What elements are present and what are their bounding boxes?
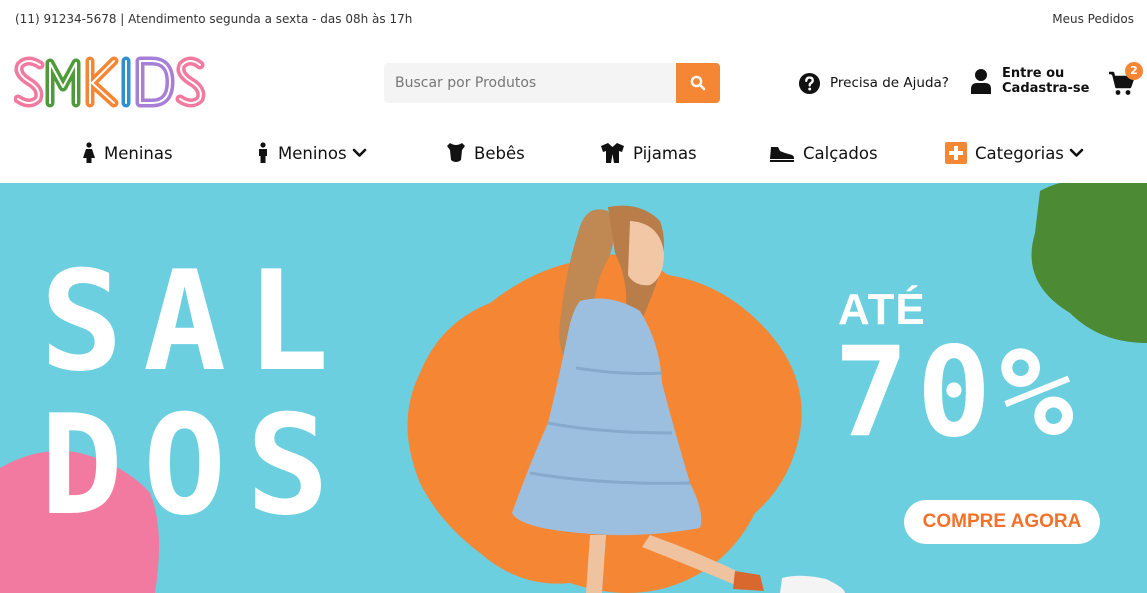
account-line1: Entre ou: [1002, 66, 1065, 81]
contact-info: (11) 91234-5678 | Atendimento segunda a …: [15, 12, 413, 26]
green-blob: [1031, 183, 1147, 343]
search-bar: [384, 63, 720, 103]
headline-line1: SAL: [40, 241, 350, 402]
search-icon: [690, 75, 706, 91]
hero-banner[interactable]: SAL DOS ATÉ 70% COMPRE AGORA: [0, 183, 1147, 593]
account-link[interactable]: Entre ou Cadastra-se: [970, 66, 1089, 96]
logo[interactable]: [13, 55, 206, 110]
category-nav: Meninas Meninos Bebês Pijamas Calçados C…: [0, 130, 1147, 176]
nav-label: Pijamas: [633, 143, 697, 163]
boy-icon: [259, 142, 267, 163]
cart-count-badge: 2: [1125, 62, 1143, 80]
plus-square-icon: [945, 142, 967, 164]
discount-value: 70%: [834, 321, 1082, 465]
nav-item-calcados[interactable]: Calçados: [769, 140, 878, 166]
account-label: Entre ou Cadastra-se: [1002, 66, 1089, 96]
nav-label: Categorias: [975, 143, 1064, 163]
question-icon: [798, 72, 821, 94]
nav-item-categorias[interactable]: Categorias: [945, 140, 1084, 166]
my-orders-link[interactable]: Meus Pedidos: [1052, 12, 1134, 26]
search-button[interactable]: [676, 63, 720, 103]
help-label: Precisa de Ajuda?: [830, 75, 949, 91]
shop-now-button[interactable]: COMPRE AGORA: [904, 500, 1100, 544]
nav-item-pijamas[interactable]: Pijamas: [600, 140, 697, 166]
girl-icon: [83, 142, 95, 163]
nav-item-meninas[interactable]: Meninas: [82, 140, 173, 166]
nav-label: Calçados: [803, 143, 878, 163]
pajamas-icon: [601, 143, 624, 163]
help-link[interactable]: Precisa de Ajuda?: [798, 71, 949, 95]
smkids-logo: [13, 56, 206, 108]
baby-bodysuit-icon: [447, 143, 465, 162]
nav-label: Meninas: [104, 143, 173, 163]
user-icon: [971, 69, 991, 94]
headline-line2: DOS: [40, 385, 350, 546]
nav-label: Bebês: [474, 143, 525, 163]
nav-label: Meninos: [278, 143, 347, 163]
cart-button[interactable]: 2: [1108, 62, 1144, 98]
top-bar: (11) 91234-5678 | Atendimento segunda a …: [0, 0, 1147, 40]
account-line2: Cadastra-se: [1002, 81, 1090, 96]
chevron-down-icon: [352, 148, 366, 157]
search-input[interactable]: [384, 63, 676, 103]
nav-item-meninos[interactable]: Meninos: [256, 140, 367, 166]
nav-item-bebes[interactable]: Bebês: [446, 140, 525, 166]
shoe-icon: [770, 147, 794, 162]
chevron-down-icon: [1069, 148, 1084, 157]
